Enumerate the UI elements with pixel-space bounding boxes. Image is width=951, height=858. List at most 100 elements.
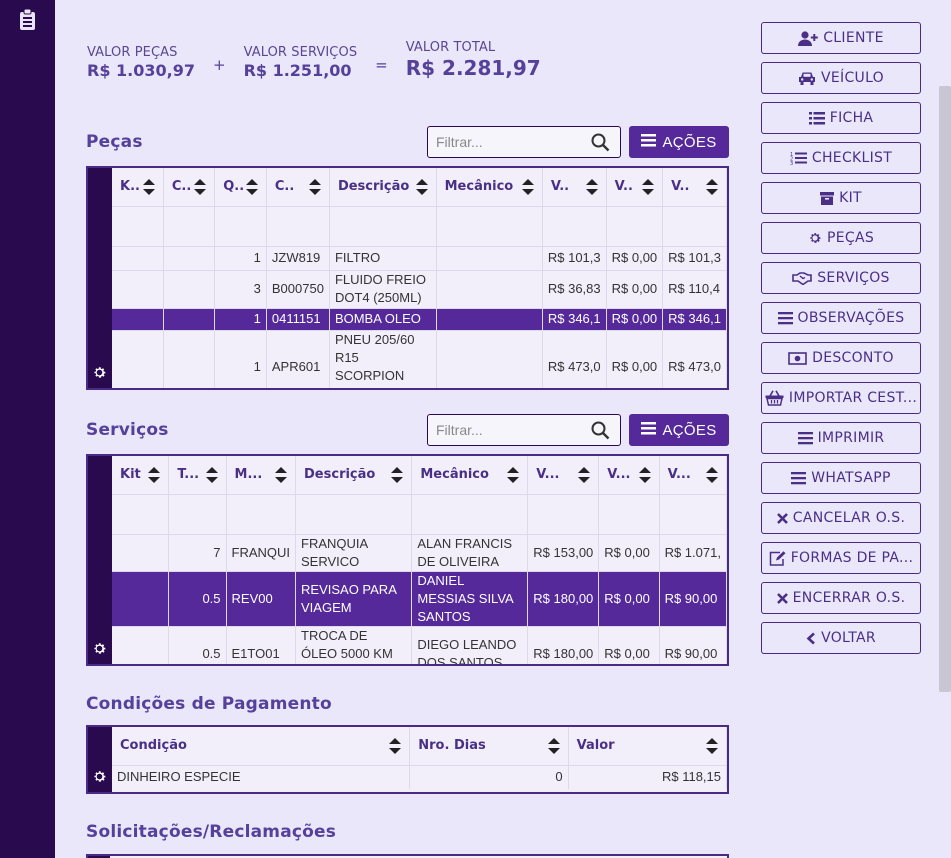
sort-icon[interactable] <box>205 467 218 487</box>
sort-icon[interactable] <box>547 738 560 758</box>
sort-icon[interactable] <box>245 179 258 199</box>
kit-button[interactable]: KIT <box>761 182 921 214</box>
filter-cell[interactable] <box>659 493 727 534</box>
column-header[interactable]: V... <box>598 456 660 494</box>
column-header[interactable]: V... <box>659 456 727 494</box>
column-header[interactable]: Valor <box>568 727 727 765</box>
filter-cell[interactable] <box>436 205 543 246</box>
filter-cell[interactable] <box>542 205 607 246</box>
cancelar-o-s-button[interactable]: CANCELAR O.S. <box>761 502 921 534</box>
servicos-acoes-button[interactable]: AÇÕES <box>629 414 729 446</box>
column-header[interactable]: Nro. Dias <box>409 727 569 765</box>
column-header[interactable]: Mecânico <box>436 168 543 206</box>
sort-icon[interactable] <box>389 738 402 758</box>
table-cell: R$ 101,3 <box>662 245 727 270</box>
servicos-button[interactable]: SERVIÇOS <box>761 262 921 294</box>
column-header[interactable]: C.. <box>266 168 330 206</box>
desconto-button[interactable]: DESCONTO <box>761 342 921 374</box>
servicos-filter-input[interactable] <box>436 422 586 438</box>
column-header[interactable]: Descrição <box>329 168 437 206</box>
filter-cell[interactable] <box>226 493 297 534</box>
sort-icon[interactable] <box>521 179 534 199</box>
table-cell: 7 <box>168 533 227 571</box>
sort-icon[interactable] <box>415 179 428 199</box>
sort-icon[interactable] <box>507 467 520 487</box>
search-icon[interactable] <box>591 133 610 156</box>
filter-cell[interactable] <box>411 493 529 534</box>
sort-icon[interactable] <box>308 179 321 199</box>
sort-icon[interactable] <box>706 738 718 758</box>
cliente-button[interactable]: CLIENTE <box>761 22 921 54</box>
column-header[interactable]: V.. <box>542 168 607 206</box>
filter-cell[interactable] <box>168 493 227 534</box>
column-header[interactable]: M... <box>226 456 297 494</box>
filter-cell[interactable] <box>112 493 170 534</box>
table-cell <box>112 570 170 626</box>
filter-cell[interactable] <box>266 205 330 246</box>
sort-icon[interactable] <box>585 179 598 199</box>
whatsapp-button[interactable]: WHATSAPP <box>761 462 921 494</box>
clipboard-icon[interactable] <box>19 8 36 35</box>
sort-icon[interactable] <box>142 179 155 199</box>
search-icon[interactable] <box>591 421 610 444</box>
column-header[interactable]: C.. <box>163 168 216 206</box>
sort-icon[interactable] <box>642 179 655 199</box>
column-header[interactable]: Descrição <box>295 456 413 494</box>
table-row[interactable]: 7 FRANQUI FRANQUIA SERVICO ALAN FRANCIS DE … <box>112 533 727 571</box>
sort-icon[interactable] <box>638 467 651 487</box>
voltar-button[interactable]: VOLTAR <box>761 622 921 654</box>
sort-icon[interactable] <box>275 467 288 487</box>
filter-cell[interactable] <box>606 205 664 246</box>
table-row[interactable]: DINHEIRO ESPECIE 0 R$ 118,15 <box>112 764 727 789</box>
filter-cell[interactable] <box>112 205 164 246</box>
sort-icon[interactable] <box>578 467 591 487</box>
table-row[interactable]: 1 JZW819 FILTRO R$ 101,3 R$ 0,00 R$ 101,3 <box>112 245 727 270</box>
sort-icon[interactable] <box>706 179 718 199</box>
menu-icon <box>777 311 793 325</box>
filter-cell[interactable] <box>598 493 660 534</box>
action-sidebar: CLIENTE VEÍCULO FICHA 1 2 3 CHECKLIST KIT PEÇAS S… <box>761 22 921 662</box>
sort-icon[interactable] <box>706 467 718 487</box>
sort-icon[interactable] <box>194 179 207 199</box>
filter-cell[interactable] <box>527 493 600 534</box>
table-row[interactable]: 0.5 REV00 REVISAO PARA VIAGEM DANIEL MESSIA… <box>112 570 727 626</box>
table-cell <box>163 329 216 388</box>
filter-cell[interactable] <box>163 205 216 246</box>
ficha-button[interactable]: FICHA <box>761 102 921 134</box>
encerrar-o-s-button[interactable]: ENCERRAR O.S. <box>761 582 921 614</box>
gear-icon[interactable] <box>92 641 107 660</box>
gear-icon[interactable] <box>92 769 107 788</box>
table-row[interactable]: 1APR601PNEU 205/60 R15 SCORPION ATR (PIR… <box>112 329 727 388</box>
kit-label: KIT <box>839 190 862 206</box>
filter-cell[interactable] <box>662 205 727 246</box>
column-header[interactable]: V... <box>527 456 600 494</box>
table-cell <box>112 329 164 388</box>
veiculo-button[interactable]: VEÍCULO <box>761 62 921 94</box>
gear-icon[interactable] <box>92 365 107 384</box>
filter-cell[interactable] <box>329 205 437 246</box>
formas-de-pa-button[interactable]: FORMAS DE PA... <box>761 542 921 574</box>
pecas-acoes-button[interactable]: AÇÕES <box>629 126 729 158</box>
table-row[interactable]: 0.5E1TO01TROCA DE ÓLEO 5000 KM OU 6 MESE… <box>112 625 727 664</box>
pecas-filter-input[interactable] <box>436 134 586 150</box>
column-header[interactable]: Kit <box>112 456 170 494</box>
sort-icon[interactable] <box>391 467 404 487</box>
column-header[interactable]: V.. <box>606 168 664 206</box>
scrollbar-thumb[interactable] <box>939 86 951 692</box>
sort-icon[interactable] <box>148 467 161 487</box>
table-row[interactable]: 3 B000750 FLUIDO FREIO DOT4 (250ML) R$ 36,8… <box>112 269 727 308</box>
importar-cest-button[interactable]: IMPORTAR CEST... <box>761 382 921 414</box>
pecas-button[interactable]: PEÇAS <box>761 222 921 254</box>
filter-cell[interactable] <box>295 493 413 534</box>
observacoes-button[interactable]: OBSERVAÇÕES <box>761 302 921 334</box>
column-header[interactable]: Condição <box>112 727 411 765</box>
column-header[interactable]: T... <box>168 456 227 494</box>
column-header[interactable]: V.. <box>662 168 727 206</box>
filter-cell[interactable] <box>214 205 267 246</box>
column-header[interactable]: Q.. <box>214 168 267 206</box>
imprimir-button[interactable]: IMPRIMIR <box>761 422 921 454</box>
table-row[interactable]: 1 0411151 BOMBA OLEO R$ 346,1 R$ 0,00 R$ 346,… <box>112 307 727 330</box>
column-header[interactable]: Mecânico <box>411 456 529 494</box>
checklist-button[interactable]: 1 2 3 CHECKLIST <box>761 142 921 174</box>
column-header[interactable]: K.. <box>112 168 164 206</box>
